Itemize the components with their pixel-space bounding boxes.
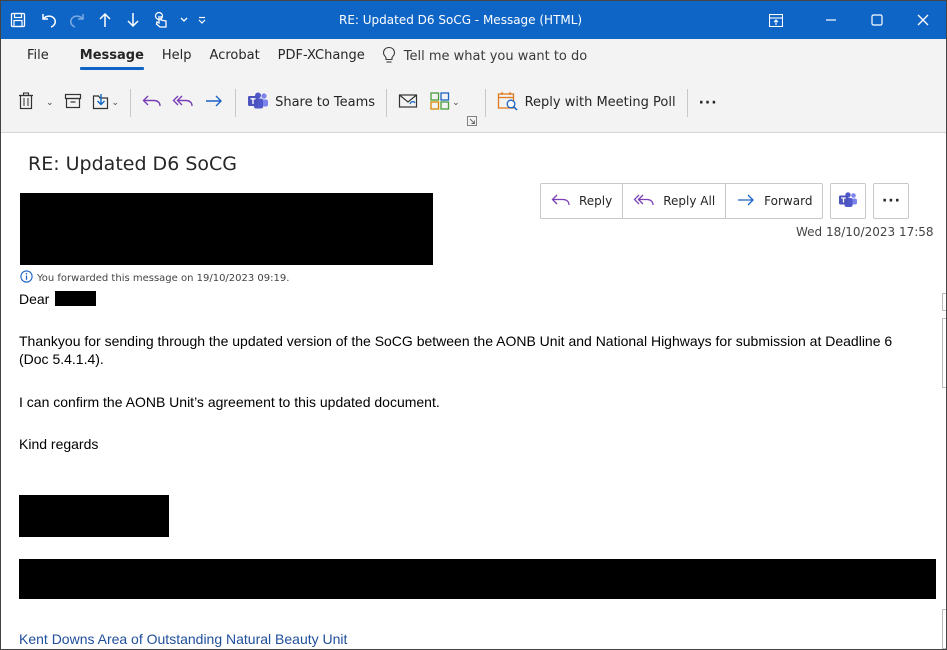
greeting-text: Dear bbox=[19, 291, 50, 307]
apps-button[interactable]: ⌄ bbox=[425, 86, 465, 120]
body-paragraph: I can confirm the AONB Unit’s agreement … bbox=[19, 394, 440, 410]
ribbon-toolbar: ⌄ ⌄ Share to Teams ⌄ Reply with Meeting … bbox=[1, 73, 946, 133]
redo-icon[interactable] bbox=[63, 1, 91, 39]
tab-help[interactable]: Help bbox=[153, 39, 201, 73]
reply-all-button[interactable]: Reply All bbox=[623, 184, 727, 218]
up-arrow-icon[interactable] bbox=[91, 1, 119, 39]
redacted-signature-details bbox=[19, 559, 936, 599]
share-to-teams-label: Share to Teams bbox=[275, 95, 376, 110]
more-options-icon: ··· bbox=[698, 94, 718, 111]
forwarded-info-bar: You forwarded this message on 19/10/2023… bbox=[20, 270, 289, 286]
tab-message[interactable]: Message bbox=[71, 39, 153, 73]
greeting: Dear bbox=[19, 290, 97, 308]
forward-icon bbox=[736, 193, 756, 210]
outlook-message-window: RE: Updated D6 SoCG - Message (HTML) Fil… bbox=[0, 0, 947, 650]
chevron-down-icon: ⌄ bbox=[46, 97, 54, 108]
ribbon-display-icon[interactable] bbox=[744, 1, 808, 39]
teams-icon bbox=[247, 92, 269, 113]
ribbon-separator bbox=[235, 88, 237, 117]
lightbulb-icon bbox=[382, 46, 396, 67]
move-to-folder-icon bbox=[92, 92, 110, 113]
dialog-launcher-icon bbox=[466, 115, 477, 129]
minimize-icon[interactable] bbox=[808, 1, 854, 39]
ribbon-more-button[interactable]: ··· bbox=[694, 86, 723, 120]
down-arrow-icon[interactable] bbox=[119, 1, 147, 39]
touch-mode-icon[interactable] bbox=[147, 1, 175, 39]
envelope-reply-icon bbox=[398, 92, 420, 113]
archive-button[interactable] bbox=[59, 86, 87, 120]
chevron-down-icon: ⌄ bbox=[111, 97, 120, 108]
forward-icon bbox=[204, 93, 224, 112]
message-datetime: Wed 18/10/2023 17:58 bbox=[796, 225, 934, 239]
delete-dropdown[interactable]: ⌄ bbox=[39, 86, 59, 120]
tell-me-text: Tell me what you want to do bbox=[403, 48, 588, 64]
teams-share-button[interactable] bbox=[830, 183, 867, 219]
ribbon-separator bbox=[386, 88, 388, 117]
close-icon[interactable] bbox=[900, 1, 946, 39]
trash-icon bbox=[18, 92, 34, 113]
teams-icon bbox=[838, 191, 858, 211]
archive-icon bbox=[64, 93, 82, 112]
forward-button[interactable]: Forward bbox=[726, 184, 822, 218]
window-title: RE: Updated D6 SoCG - Message (HTML) bbox=[339, 13, 583, 27]
reply-all-icon bbox=[172, 93, 194, 112]
reply-all-ribbon-button[interactable] bbox=[167, 86, 199, 120]
body-paragraph: Thankyou for sending through the updated… bbox=[19, 333, 893, 367]
ribbon-separator bbox=[130, 88, 132, 117]
reply-all-icon bbox=[633, 193, 655, 210]
group-dialog-launcher[interactable] bbox=[465, 112, 479, 132]
more-options-icon: ··· bbox=[881, 193, 901, 209]
tab-acrobat[interactable]: Acrobat bbox=[201, 39, 269, 73]
quick-access-toolbar bbox=[1, 1, 211, 39]
apps-grid-icon bbox=[430, 92, 450, 113]
chevron-down-icon: ⌄ bbox=[452, 97, 460, 108]
scrollbar-thumb[interactable] bbox=[942, 318, 946, 388]
customize-qat-icon[interactable] bbox=[193, 1, 211, 39]
delete-button[interactable] bbox=[13, 86, 39, 120]
scrollbar-stub[interactable] bbox=[942, 293, 946, 311]
reply-label: Reply bbox=[579, 194, 613, 208]
meeting-poll-icon bbox=[497, 91, 519, 114]
signature-organisation: Kent Downs Area of Outstanding Natural B… bbox=[19, 631, 348, 647]
sign-off: Kind regards bbox=[19, 436, 99, 452]
scrollbar-stub[interactable] bbox=[942, 609, 946, 649]
ribbon-separator bbox=[484, 88, 486, 117]
respond-options-button[interactable] bbox=[393, 86, 425, 120]
share-to-teams-button[interactable]: Share to Teams bbox=[242, 86, 380, 120]
ribbon-separator bbox=[686, 88, 688, 117]
info-icon bbox=[20, 270, 33, 286]
forward-label: Forward bbox=[764, 194, 813, 208]
reply-all-label: Reply All bbox=[663, 194, 716, 208]
redacted-sender-block bbox=[20, 193, 433, 265]
move-button[interactable]: ⌄ bbox=[87, 86, 125, 120]
qat-caret-icon[interactable] bbox=[175, 1, 193, 39]
undo-icon[interactable] bbox=[35, 1, 63, 39]
window-controls bbox=[744, 1, 946, 39]
redacted-signature-name bbox=[19, 495, 169, 537]
reply-with-meeting-poll-label: Reply with Meeting Poll bbox=[524, 95, 676, 110]
reply-icon bbox=[142, 93, 162, 112]
reply-with-meeting-poll-button[interactable]: Reply with Meeting Poll bbox=[492, 86, 681, 120]
title-bar: RE: Updated D6 SoCG - Message (HTML) bbox=[1, 1, 946, 39]
reply-ribbon-button[interactable] bbox=[137, 86, 167, 120]
maximize-icon[interactable] bbox=[854, 1, 900, 39]
reply-actions-group: Reply Reply All Forward bbox=[540, 183, 824, 219]
save-icon[interactable] bbox=[1, 1, 35, 39]
forwarded-info-text: You forwarded this message on 19/10/2023… bbox=[37, 272, 290, 284]
message-actions: Reply Reply All Forward ··· bbox=[540, 183, 910, 219]
tab-file[interactable]: File bbox=[1, 39, 71, 73]
redacted-recipient-name bbox=[55, 291, 97, 306]
message-subject: RE: Updated D6 SoCG bbox=[28, 153, 237, 175]
reply-icon bbox=[551, 193, 571, 210]
tab-pdf-xchange[interactable]: PDF-XChange bbox=[269, 39, 374, 73]
forward-ribbon-button[interactable] bbox=[199, 86, 229, 120]
more-actions-button[interactable]: ··· bbox=[873, 183, 910, 219]
tell-me-search[interactable]: Tell me what you want to do bbox=[382, 39, 587, 73]
reply-button[interactable]: Reply bbox=[541, 184, 624, 218]
menu-bar: File Message Help Acrobat PDF-XChange Te… bbox=[1, 39, 946, 73]
